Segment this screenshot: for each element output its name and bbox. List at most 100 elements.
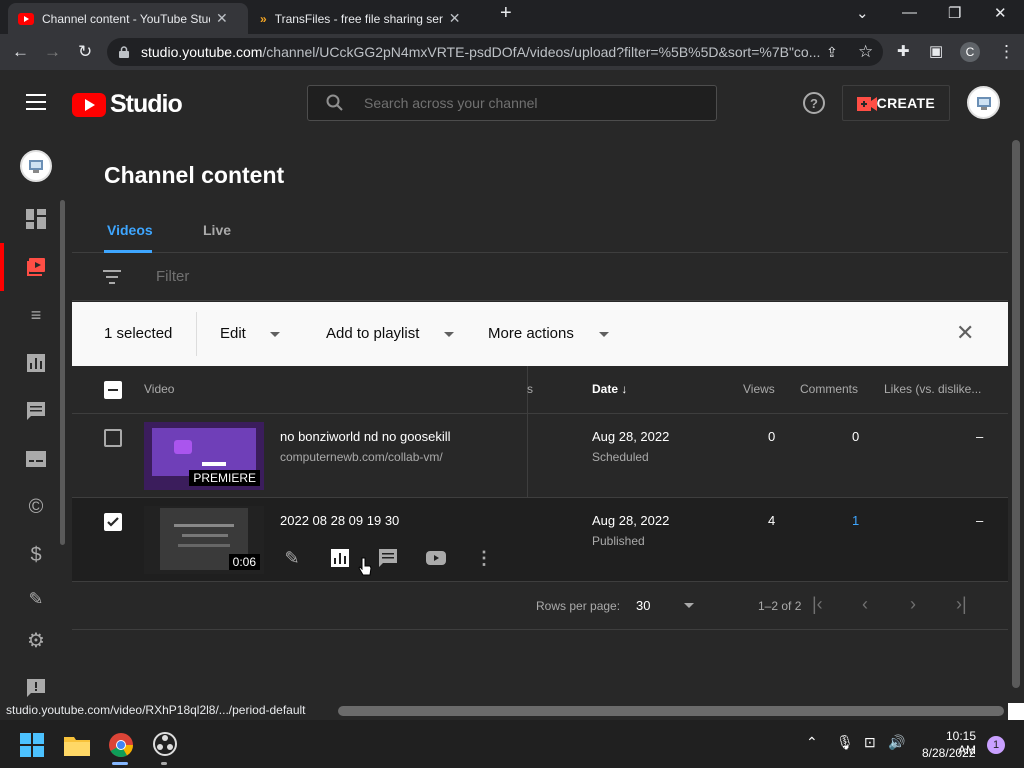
video-status: Scheduled	[592, 450, 649, 464]
youtube-watch-icon[interactable]	[424, 546, 448, 570]
close-window-button[interactable]: ✕	[994, 4, 1007, 22]
monetization-icon[interactable]: $	[24, 543, 48, 567]
last-page-icon[interactable]: ›|	[956, 594, 967, 615]
filter-bar[interactable]: Filter	[72, 253, 1008, 301]
windows-taskbar: ⌃ 🎙 ⊡ 🔊 10:15 AM 8/28/2022 1	[0, 720, 1024, 768]
playlists-icon[interactable]: ≡	[24, 303, 48, 327]
table-row[interactable]: 0:06 2022 08 28 09 19 30 ✎ ⋮ Aug 28, 202…	[72, 498, 1008, 582]
table-header: Video s Date ↓ Views Comments Likes (vs.…	[72, 366, 1008, 414]
browser-tab-youtube-studio[interactable]: Channel content - YouTube Studio ✕	[8, 3, 248, 34]
obs-icon[interactable]	[153, 732, 177, 761]
back-button[interactable]: ←	[12, 42, 29, 62]
comments-icon[interactable]	[376, 546, 400, 570]
header-date[interactable]: Date ↓	[592, 382, 627, 396]
dashboard-icon[interactable]	[24, 207, 48, 231]
address-bar[interactable]: studio.youtube.com/channel/UCckGG2pN4mxV…	[107, 38, 883, 66]
edit-pencil-icon[interactable]: ✎	[280, 546, 304, 570]
browser-tab-title: TransFiles - free file sharing service	[274, 11, 443, 26]
chevron-down-icon[interactable]	[684, 603, 694, 608]
edit-dropdown[interactable]: Edit	[220, 325, 246, 342]
rows-per-page-select[interactable]: 30	[636, 598, 650, 613]
new-tab-button[interactable]: +	[500, 2, 512, 25]
windows-start-icon[interactable]	[20, 733, 44, 762]
settings-gear-icon[interactable]: ⚙	[24, 628, 48, 652]
customization-icon[interactable]: ✎	[24, 589, 48, 603]
file-explorer-icon[interactable]	[64, 734, 90, 761]
header-hidden-column[interactable]: s	[527, 382, 533, 396]
video-camera-icon	[857, 97, 877, 114]
tab-search-chevron-icon[interactable]: ⌄	[856, 4, 869, 22]
prev-page-icon[interactable]: ‹	[862, 594, 868, 615]
chrome-icon[interactable]	[108, 732, 134, 763]
row-checkbox[interactable]	[104, 429, 122, 447]
premiere-badge: PREMIERE	[189, 470, 260, 486]
account-avatar[interactable]	[967, 86, 1000, 119]
microphone-icon[interactable]: 🎙	[836, 734, 854, 751]
close-tab-icon[interactable]: ✕	[449, 10, 461, 27]
subtitles-icon[interactable]	[24, 447, 48, 471]
video-title[interactable]: no bonziworld nd no goosekill	[280, 429, 451, 444]
forward-button[interactable]: →	[44, 42, 61, 62]
channel-avatar[interactable]	[20, 150, 52, 182]
browser-menu-icon[interactable]: ⋮	[998, 42, 1015, 62]
search-input[interactable]: Search across your channel	[307, 85, 717, 121]
table-row[interactable]: PREMIERE no bonziworld nd no goosekill c…	[72, 414, 1008, 498]
clock-date[interactable]: 8/28/2022	[922, 746, 975, 760]
network-icon[interactable]: ⊡	[864, 734, 876, 751]
bookmark-star-icon[interactable]: ☆	[858, 42, 873, 62]
horizontal-scrollbar[interactable]	[338, 706, 1004, 716]
tab-videos[interactable]: Videos	[107, 222, 153, 238]
close-tab-icon[interactable]: ✕	[216, 10, 228, 27]
studio-logo[interactable]: Studio	[72, 90, 183, 119]
content-icon[interactable]	[24, 255, 48, 279]
duration-badge: 0:06	[228, 554, 260, 570]
select-all-checkbox[interactable]	[104, 381, 122, 399]
tray-overflow-chevron-icon[interactable]: ⌃	[806, 734, 818, 751]
add-to-playlist-dropdown[interactable]: Add to playlist	[326, 325, 419, 342]
more-actions-dropdown[interactable]: More actions	[488, 325, 574, 342]
reload-button[interactable]: ↻	[78, 42, 92, 62]
restore-button[interactable]: ❐	[948, 4, 961, 22]
row-checkbox[interactable]	[104, 513, 122, 531]
header-views[interactable]: Views	[743, 382, 775, 396]
analytics-icon[interactable]	[24, 351, 48, 375]
tab-live[interactable]: Live	[203, 222, 231, 238]
share-icon[interactable]: ⇪	[826, 44, 838, 61]
video-thumbnail[interactable]: PREMIERE	[144, 422, 264, 490]
header-likes[interactable]: Likes (vs. dislike...	[884, 382, 981, 396]
browser-tab-transfiles[interactable]: » TransFiles - free file sharing service…	[250, 3, 490, 34]
youtube-logo-icon	[72, 92, 106, 117]
minimize-button[interactable]: —	[902, 4, 917, 21]
close-icon[interactable]: ✕	[956, 320, 974, 346]
video-title[interactable]: 2022 08 28 09 19 30	[280, 513, 399, 528]
help-icon[interactable]: ?	[803, 92, 825, 114]
page-scrollbar[interactable]	[1012, 140, 1020, 688]
divider	[196, 312, 197, 356]
video-likes: –	[976, 513, 984, 528]
left-nav-scrollbar[interactable]	[60, 200, 65, 545]
video-status: Published	[592, 534, 645, 548]
video-comments-link[interactable]: 1	[852, 513, 859, 528]
profile-avatar[interactable]: C	[960, 42, 980, 62]
content-tabs: Videos Live	[72, 215, 1008, 253]
create-label: CREATE	[876, 95, 935, 111]
comments-icon[interactable]	[24, 399, 48, 423]
studio-header: Studio Search across your channel ? CREA…	[0, 70, 1024, 135]
active-app-indicator	[112, 762, 128, 765]
side-panel-icon[interactable]: ▣	[929, 42, 943, 60]
header-video[interactable]: Video	[144, 382, 174, 396]
first-page-icon[interactable]: |‹	[812, 594, 823, 615]
create-button[interactable]: CREATE	[842, 85, 950, 121]
extensions-puzzle-icon[interactable]: ✚	[897, 42, 910, 60]
volume-icon[interactable]: 🔊	[888, 734, 905, 751]
hamburger-menu-icon[interactable]	[26, 94, 46, 110]
next-page-icon[interactable]: ›	[910, 594, 916, 615]
filter-icon[interactable]	[103, 270, 121, 288]
video-thumbnail[interactable]: 0:06	[144, 506, 264, 574]
notification-badge[interactable]: 1	[987, 736, 1005, 754]
feedback-icon[interactable]	[24, 676, 48, 700]
more-options-icon[interactable]: ⋮	[472, 546, 496, 570]
analytics-icon[interactable]	[328, 546, 352, 570]
copyright-icon[interactable]: ©	[24, 495, 48, 519]
header-comments[interactable]: Comments	[800, 382, 858, 396]
